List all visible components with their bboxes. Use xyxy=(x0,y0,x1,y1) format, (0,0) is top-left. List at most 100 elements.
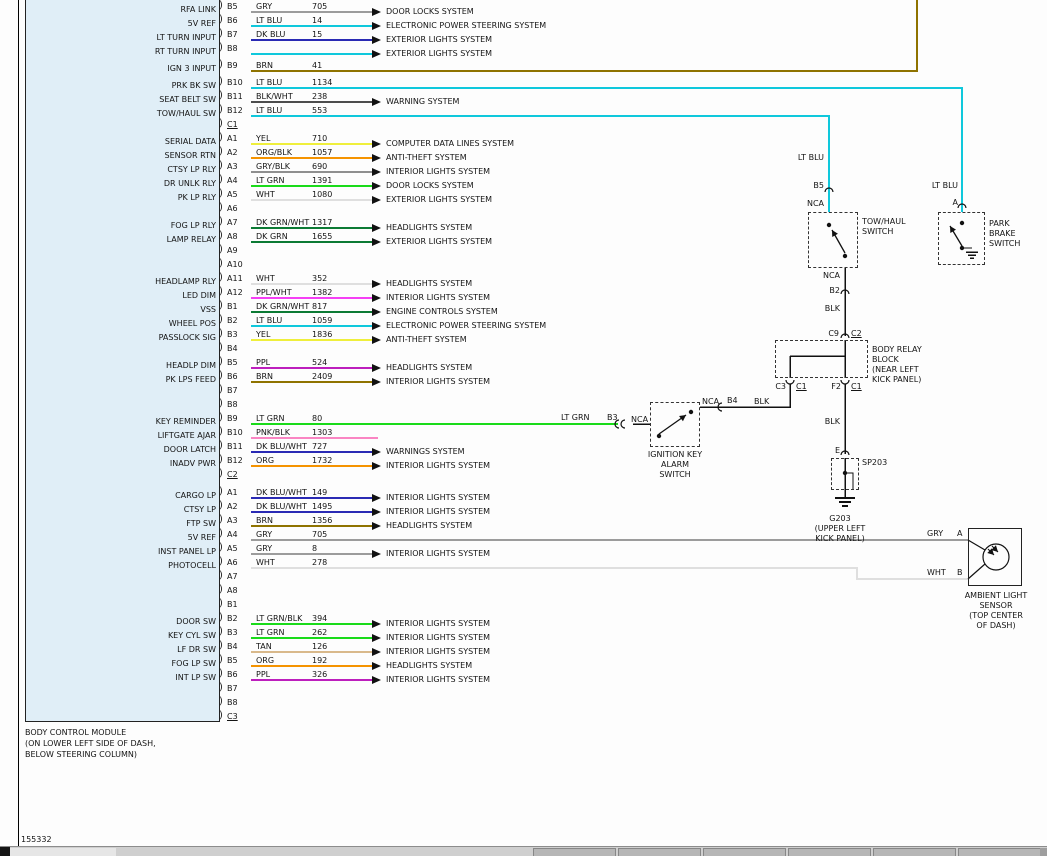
net-label: GRY xyxy=(927,529,943,538)
pin-bracket-icon: ) xyxy=(219,385,223,395)
component-label-ignition-key-alarm-switch: ALARM xyxy=(661,460,689,469)
circuit-number: 1495 xyxy=(312,502,332,511)
component-label-ambient-light-sensor: OF DASH) xyxy=(976,621,1015,630)
component-label-tow-haul-switch: TOW/HAUL xyxy=(862,217,906,226)
wire-color-label: GRY xyxy=(256,544,272,553)
system-target: INTERIOR LIGHTS SYSTEM xyxy=(386,549,490,558)
wire-color-label: BRN xyxy=(256,516,273,525)
signal-label: INST PANEL LP xyxy=(158,547,216,556)
taskbar-start-corner[interactable] xyxy=(0,847,10,856)
circuit-number: 278 xyxy=(312,558,327,567)
net-label: WHT xyxy=(927,568,946,577)
taskbar-button[interactable] xyxy=(618,848,701,856)
wire-color-label: DK BLU/WHT xyxy=(256,442,307,451)
taskbar-button[interactable] xyxy=(533,848,616,856)
signal-label: FOG LP SW xyxy=(172,659,216,668)
system-target: DOOR LOCKS SYSTEM xyxy=(386,7,474,16)
component-label-g203-ground: G203 xyxy=(829,514,850,523)
system-target: DOOR LOCKS SYSTEM xyxy=(386,181,474,190)
bcm-caption-line: BODY CONTROL MODULE xyxy=(25,727,156,738)
taskbar-button[interactable] xyxy=(703,848,786,856)
component-box-ignition-key-alarm-switch xyxy=(650,402,700,447)
net-label: B4 xyxy=(727,396,738,405)
component-label-ambient-light-sensor: SENSOR xyxy=(979,601,1012,610)
pin-bracket-icon: ) xyxy=(219,175,223,185)
pin-id: A10 xyxy=(227,260,243,269)
system-target: WARNINGS SYSTEM xyxy=(386,447,465,456)
signal-label: FOG LP RLY xyxy=(171,221,216,230)
component-box-ambient-light-sensor xyxy=(968,528,1022,586)
pin-id: A2 xyxy=(227,502,238,511)
component-label-park-brake-switch: BRAKE xyxy=(989,229,1016,238)
taskbar-button[interactable] xyxy=(958,848,1041,856)
pin-id: B4 xyxy=(227,642,238,651)
circuit-number: 2409 xyxy=(312,372,332,381)
pin-id: A11 xyxy=(227,274,243,283)
system-target: HEADLIGHTS SYSTEM xyxy=(386,223,472,232)
wire-color-label: YEL xyxy=(256,330,270,339)
circuit-number: 238 xyxy=(312,92,327,101)
component-box-park-brake-switch xyxy=(938,212,985,265)
wire-color-label: DK GRN/WHT xyxy=(256,302,309,311)
component-label-park-brake-switch: SWITCH xyxy=(989,239,1020,248)
component-label-tow-haul-switch: SWITCH xyxy=(862,227,893,236)
pin-id: B11 xyxy=(227,442,243,451)
net-label: B5 xyxy=(813,181,824,190)
system-target: COMPUTER DATA LINES SYSTEM xyxy=(386,139,514,148)
pin-id: A5 xyxy=(227,190,238,199)
circuit-number: 326 xyxy=(312,670,327,679)
system-target: HEADLIGHTS SYSTEM xyxy=(386,521,472,530)
pin-id: B7 xyxy=(227,30,238,39)
circuit-number: 41 xyxy=(312,61,322,70)
circuit-number: 1057 xyxy=(312,148,332,157)
system-target: ANTI-THEFT SYSTEM xyxy=(386,335,467,344)
net-label: LT BLU xyxy=(798,153,824,162)
pin-bracket-icon: ) xyxy=(219,627,223,637)
pin-bracket-icon: ) xyxy=(219,501,223,511)
system-target: ELECTRONIC POWER STEERING SYSTEM xyxy=(386,321,546,330)
net-label: C2 xyxy=(851,329,862,338)
pin-bracket-icon: ) xyxy=(219,357,223,367)
net-label: C3 xyxy=(775,382,786,391)
signal-label: HEADLAMP RLY xyxy=(155,277,216,286)
system-target: HEADLIGHTS SYSTEM xyxy=(386,279,472,288)
signal-label: LIFTGATE AJAR xyxy=(158,431,216,440)
component-label-body-relay-block: BODY RELAY xyxy=(872,345,922,354)
pin-bracket-icon: ) xyxy=(219,371,223,381)
wire-color-label: BLK/WHT xyxy=(256,92,293,101)
pin-bracket-icon: ) xyxy=(219,641,223,651)
system-target: EXTERIOR LIGHTS SYSTEM xyxy=(386,237,492,246)
pin-bracket-icon: ) xyxy=(219,543,223,553)
connector-id: C3 xyxy=(227,712,238,721)
pin-id: B12 xyxy=(227,456,243,465)
system-target: INTERIOR LIGHTS SYSTEM xyxy=(386,493,490,502)
pin-id: B6 xyxy=(227,372,238,381)
pin-bracket-icon: ) xyxy=(219,697,223,707)
connector-id: C2 xyxy=(227,470,238,479)
taskbar-button[interactable] xyxy=(873,848,956,856)
taskbar-button[interactable] xyxy=(788,848,871,856)
pin-id: B8 xyxy=(227,698,238,707)
signal-label: DOOR LATCH xyxy=(164,445,216,454)
pin-id: B1 xyxy=(227,302,238,311)
pin-id: B11 xyxy=(227,92,243,101)
wire-color-label: TAN xyxy=(256,642,272,651)
component-label-body-relay-block: (NEAR LEFT xyxy=(872,365,919,374)
pin-id: A7 xyxy=(227,218,238,227)
wire-color-label: LT GRN/BLK xyxy=(256,614,302,623)
signal-label: CTSY LP xyxy=(184,505,216,514)
wire-color-label: ORG/BLK xyxy=(256,148,292,157)
circuit-number: 727 xyxy=(312,442,327,451)
signal-label: SEAT BELT SW xyxy=(159,95,216,104)
pin-bracket-icon: ) xyxy=(219,105,223,115)
pin-bracket-icon: ) xyxy=(219,1,223,11)
pin-bracket-icon: ) xyxy=(219,217,223,227)
pin-id: B9 xyxy=(227,61,238,70)
net-label: BLK xyxy=(825,417,840,426)
wire-color-label: GRY xyxy=(256,530,272,539)
pin-bracket-icon: ) xyxy=(219,119,223,129)
pin-bracket-icon: ) xyxy=(219,259,223,269)
pin-bracket-icon: ) xyxy=(219,613,223,623)
pin-id: B12 xyxy=(227,106,243,115)
pin-bracket-icon: ) xyxy=(219,147,223,157)
